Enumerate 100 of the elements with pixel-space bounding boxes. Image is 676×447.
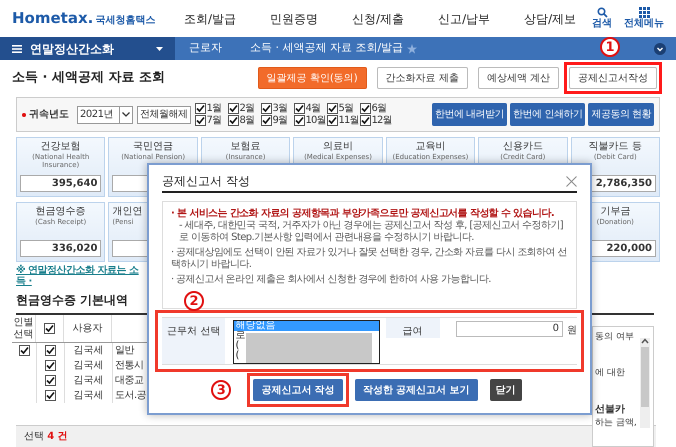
unit-label: 원 <box>567 324 577 338</box>
column-header: 사용자 <box>64 315 112 342</box>
checkbox[interactable] <box>294 115 304 126</box>
toolbar-button[interactable]: 간소화자료 제출 <box>376 67 468 89</box>
checkbox[interactable] <box>294 103 304 114</box>
chevron-circle-icon[interactable] <box>654 42 666 54</box>
caret-icon <box>122 112 130 117</box>
close-button[interactable] <box>566 176 577 186</box>
month-label: 2월 <box>240 103 254 114</box>
checkbox[interactable] <box>194 103 206 114</box>
checkbox[interactable] <box>260 115 272 126</box>
caret-icon <box>156 46 163 50</box>
checkbox[interactable] <box>228 103 238 114</box>
month-label: 12월 <box>372 115 392 126</box>
dialog-button[interactable]: 공제신고서 작성 <box>253 379 343 401</box>
card-label: 교육비 <box>415 141 446 153</box>
checkbox[interactable] <box>18 345 30 356</box>
notice-text: - 세대주, 대한민국 국적, 거주자가 아닌 경우에는 공제신고서 작성 후, [공제신고서 수정하기]로 이동하여 Step.기본사항 입력에서 관련내용을 수정하시기 바랍니다. <box>178 220 564 244</box>
toolbar-button[interactable]: 공제신고서작성 <box>569 67 657 89</box>
nav-link[interactable]: 민원증명 <box>270 10 318 28</box>
star-icon[interactable] <box>407 44 418 54</box>
dialog-button[interactable]: 작성한 공제신고서 보기 <box>354 379 478 401</box>
card-label: 의료비 <box>322 141 353 153</box>
notice-text: · 공제대상임에도 선택이 안된 자료가 있거나 잘못 선택한 경우, 간소화 자료를 다시 조회하여 선택하시기 바랍니다. <box>171 247 568 271</box>
menu-dropdown[interactable]: 연말정산간소화 <box>0 37 175 60</box>
logo-wordmark[interactable]: Hometax. <box>12 11 94 26</box>
checkbox[interactable] <box>45 345 56 356</box>
month-label: 5월 <box>338 103 354 114</box>
page-title: 소득 · 세액공제 자료 조회 <box>12 69 166 88</box>
card-label: 건강보험 <box>40 141 81 153</box>
amount-input[interactable]: 0 <box>456 321 563 337</box>
list-option[interactable]: ( <box>234 341 240 351</box>
month-label: 10월 <box>306 115 326 126</box>
note-text: 하는 금액, <box>595 417 637 430</box>
hamburger-icon <box>12 44 22 52</box>
checkbox[interactable] <box>45 360 56 371</box>
checkbox[interactable] <box>360 115 370 126</box>
nav-link[interactable]: 신청/제출 <box>352 10 404 28</box>
column-header: 인별 선택 <box>12 315 36 342</box>
action-button[interactable]: 한번에 내려받기 <box>432 103 508 126</box>
month-label: 11월 <box>338 115 359 126</box>
amount-field: 336,020 <box>20 240 102 257</box>
checkbox[interactable] <box>44 323 55 334</box>
checkbox[interactable] <box>326 115 338 126</box>
section-title: 현금영수증 기본내역 <box>16 292 128 309</box>
card-label: 신용카드 <box>502 141 543 153</box>
checkbox[interactable] <box>228 115 238 126</box>
month-label: 6월 <box>372 103 386 114</box>
note-text: 에 대한 <box>595 366 625 380</box>
checkbox[interactable] <box>194 115 206 126</box>
table-cell: 김국세 <box>64 358 112 373</box>
table-cell: 대중교 <box>115 375 144 386</box>
list-option[interactable]: ( <box>234 351 240 361</box>
checkbox[interactable] <box>260 103 272 114</box>
checkbox[interactable] <box>326 103 338 114</box>
month-label: 7월 <box>206 115 222 126</box>
checkbox[interactable] <box>45 390 56 401</box>
table-cell: 도서.공 <box>115 390 146 401</box>
search-button[interactable]: 검색 <box>592 6 612 30</box>
menu-button[interactable]: 전체메뉴 <box>624 6 664 30</box>
checkbox[interactable] <box>45 375 56 386</box>
notice-link[interactable]: ※ 연말정산간소화 자료는 소득 · <box>16 265 142 287</box>
step-annotation: 3 <box>211 380 232 400</box>
nav-link[interactable]: 상담/제보 <box>524 10 576 28</box>
close-icon <box>566 176 577 186</box>
scrollbar[interactable] <box>640 338 650 428</box>
amount-field: 395,640 <box>20 175 102 192</box>
nav-link[interactable]: 조회/발급 <box>184 10 236 28</box>
caret-up-icon[interactable] <box>641 338 649 344</box>
table-cell: 전통시 <box>115 360 144 371</box>
note-text: 선불카 <box>595 403 625 417</box>
card-label: 개인연 <box>112 206 142 218</box>
search-icon <box>596 6 608 18</box>
card-label: 기부금 <box>600 206 630 218</box>
clear-months-button[interactable]: 전체월해제 <box>137 106 190 124</box>
toolbar-button[interactable]: 예상세액 계산 <box>478 67 559 89</box>
required-dot-icon <box>22 112 26 116</box>
dialog-title: 공제신고서 작성 <box>162 173 250 190</box>
action-button[interactable]: 제공동의 현황 <box>588 103 654 126</box>
note-text: 동의 여부 <box>595 331 634 344</box>
form-label: 급여 <box>402 325 423 338</box>
month-label: 9월 <box>272 115 288 126</box>
checkbox[interactable] <box>360 103 370 114</box>
list-option[interactable]: 로 <box>234 331 246 341</box>
table-cell: 일반 <box>115 345 134 356</box>
breadcrumb-link[interactable]: 근로자 <box>175 40 236 57</box>
card-label: 현금영수증 <box>36 206 86 218</box>
notice-text: · 본 서비스는 간소화 자료의 공제항목과 부양가족으로만 공제신고서를 작성할 수 있습니다. <box>171 208 556 220</box>
step-annotation: 2 <box>184 291 204 311</box>
month-label: 4월 <box>306 103 320 114</box>
nav-link[interactable]: 신고/납부 <box>438 10 490 28</box>
year-select[interactable]: 2021년 <box>77 106 133 124</box>
dialog-button[interactable]: 닫기 <box>490 379 522 401</box>
action-button[interactable]: 한번에 인쇄하기 <box>510 103 586 126</box>
notice-text: · 공제신고서 온라인 제출은 회사에서 신청한 경우에 한하여 사용 가능합니다. <box>171 274 492 286</box>
month-label: 3월 <box>272 103 288 114</box>
grid-icon <box>638 6 650 18</box>
breadcrumb-link[interactable]: 소득 · 세액공제 자료 조회/발급 <box>236 40 432 57</box>
table-cell: 김국세 <box>64 343 112 358</box>
selection-count: 선택 4 건 <box>24 430 68 444</box>
